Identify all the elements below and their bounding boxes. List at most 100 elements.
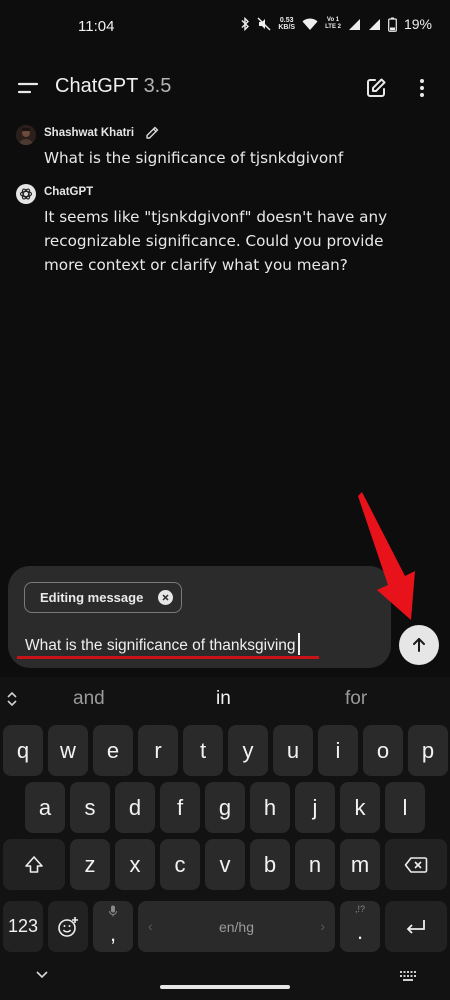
comma-key[interactable]: , xyxy=(93,901,133,952)
keyboard-switch-icon[interactable] xyxy=(400,971,416,981)
model-selector[interactable]: ChatGPT 3.5 xyxy=(55,75,171,98)
key-o-label: o xyxy=(376,737,390,763)
key-x[interactable]: x xyxy=(115,839,155,890)
numbers-key[interactable]: 123 xyxy=(3,901,43,952)
hide-keyboard-icon[interactable] xyxy=(36,971,48,979)
send-button[interactable] xyxy=(399,625,439,665)
key-f-label: f xyxy=(176,794,184,820)
editing-message-chip: Editing message xyxy=(24,582,183,613)
key-x-label: x xyxy=(129,851,141,877)
microphone-icon xyxy=(109,905,117,917)
key-y-label: y xyxy=(242,737,254,763)
space-key[interactable]: ‹ en/hg › xyxy=(138,901,335,952)
user-avatar xyxy=(16,125,36,145)
suggestion-left[interactable]: and xyxy=(73,688,105,710)
key-t-label: t xyxy=(199,737,207,763)
battery-icon xyxy=(388,17,397,32)
message-composer: Editing message What is the significance… xyxy=(8,566,391,668)
key-c[interactable]: c xyxy=(160,839,200,890)
suggestion-right[interactable]: for xyxy=(345,688,367,710)
space-right-chevron-icon: › xyxy=(320,918,325,934)
keyboard: and in for q w e r t y u i o p a s d f g h j k l z x c v b n m 12… xyxy=(0,677,450,1000)
chatgpt-logo-icon xyxy=(16,184,36,204)
network-bottom: LTE 2 xyxy=(325,24,341,30)
key-t[interactable]: t xyxy=(183,725,223,776)
battery-percent: 19% xyxy=(403,16,432,32)
expand-toolbar-icon[interactable] xyxy=(5,691,19,707)
key-v[interactable]: v xyxy=(205,839,245,890)
key-e-label: e xyxy=(106,737,120,763)
key-o[interactable]: o xyxy=(363,725,403,776)
signal-icon-1 xyxy=(348,18,360,30)
app-title: ChatGPT xyxy=(55,75,138,97)
app-header: ChatGPT 3.5 xyxy=(0,64,450,112)
arrow-up-icon xyxy=(413,638,425,652)
key-q[interactable]: q xyxy=(3,725,43,776)
cancel-edit-icon[interactable] xyxy=(158,590,174,605)
key-z[interactable]: z xyxy=(70,839,110,890)
key-m-label: m xyxy=(350,851,370,877)
key-c-label: c xyxy=(174,851,186,877)
shift-key[interactable] xyxy=(3,839,65,890)
key-s[interactable]: s xyxy=(70,782,110,833)
menu-icon[interactable] xyxy=(16,76,40,100)
key-k-label: k xyxy=(354,794,366,820)
edit-pencil-icon[interactable] xyxy=(144,125,160,141)
emoji-key[interactable] xyxy=(48,901,88,952)
key-w[interactable]: w xyxy=(48,725,88,776)
suggestion-middle[interactable]: in xyxy=(216,688,231,710)
backspace-key[interactable] xyxy=(385,839,447,890)
key-r[interactable]: r xyxy=(138,725,178,776)
comma-key-label: , xyxy=(109,920,117,946)
status-bar: 11:04 0.53 KB/S Vo 1 LTE 2 19% xyxy=(0,0,450,56)
enter-icon xyxy=(406,919,425,934)
key-j[interactable]: j xyxy=(295,782,335,833)
key-q-label: q xyxy=(16,737,30,763)
period-key[interactable]: ,!? . xyxy=(340,901,380,952)
key-b-label: b xyxy=(263,851,277,877)
key-y[interactable]: y xyxy=(228,725,268,776)
status-icons: 0.53 KB/S Vo 1 LTE 2 19% xyxy=(240,16,432,32)
key-r-label: r xyxy=(154,737,162,763)
key-a[interactable]: a xyxy=(25,782,65,833)
key-f[interactable]: f xyxy=(160,782,200,833)
key-v-label: v xyxy=(219,851,231,877)
key-k[interactable]: k xyxy=(340,782,380,833)
status-time: 11:04 xyxy=(78,18,115,35)
new-chat-icon[interactable] xyxy=(364,76,388,100)
key-p[interactable]: p xyxy=(408,725,448,776)
key-m[interactable]: m xyxy=(340,839,380,890)
key-l[interactable]: l xyxy=(385,782,425,833)
suggestion-bar: and in for xyxy=(0,677,450,721)
key-g-label: g xyxy=(218,794,232,820)
model-version: 3.5 xyxy=(143,75,172,97)
shift-icon xyxy=(25,855,43,873)
home-indicator xyxy=(160,985,290,989)
key-d-label: d xyxy=(128,794,142,820)
key-g[interactable]: g xyxy=(205,782,245,833)
enter-key[interactable] xyxy=(385,901,447,952)
key-i[interactable]: i xyxy=(318,725,358,776)
key-b[interactable]: b xyxy=(250,839,290,890)
key-n[interactable]: n xyxy=(295,839,335,890)
assistant-name: ChatGPT xyxy=(44,186,94,198)
signal-icon-2 xyxy=(368,18,380,30)
space-left-chevron-icon: ‹ xyxy=(148,918,153,934)
wifi-icon xyxy=(302,18,318,30)
period-key-label: . xyxy=(356,918,364,944)
key-w-label: w xyxy=(60,737,76,763)
lte-indicator: Vo 1 LTE 2 xyxy=(325,17,341,31)
numbers-key-label: 123 xyxy=(7,916,39,936)
key-l-label: l xyxy=(402,794,408,820)
message-input[interactable]: What is the significance of thanksgiving xyxy=(25,633,300,655)
net-speed-unit: KB/S xyxy=(278,24,296,31)
key-e[interactable]: e xyxy=(93,725,133,776)
net-speed: 0.53 KB/S xyxy=(278,17,295,31)
emoji-icon xyxy=(58,916,78,937)
space-key-label: en/hg xyxy=(218,918,255,935)
more-options-icon[interactable] xyxy=(410,76,434,100)
key-u[interactable]: u xyxy=(273,725,313,776)
text-caret xyxy=(297,633,300,655)
key-h[interactable]: h xyxy=(250,782,290,833)
key-d[interactable]: d xyxy=(115,782,155,833)
